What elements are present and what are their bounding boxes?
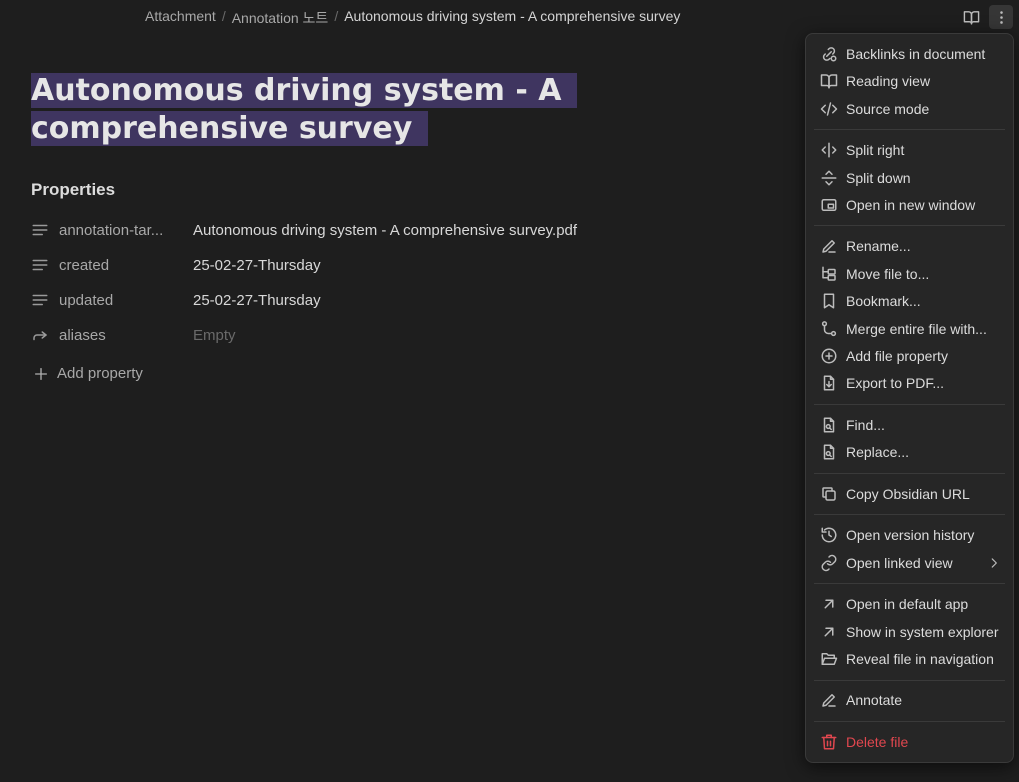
add-property-button[interactable]: Add property — [33, 365, 143, 382]
link-icon — [821, 554, 837, 572]
menu-item-show-system-explorer[interactable]: Show in system explorer — [806, 619, 1013, 645]
menu-separator — [814, 721, 1005, 722]
breadcrumb-current[interactable]: Autonomous driving system - A comprehens… — [344, 8, 680, 28]
git-merge-icon — [821, 321, 837, 337]
menu-item-version-history[interactable]: Open version history — [806, 522, 1013, 548]
file-search-icon — [823, 417, 835, 433]
book-open-icon — [820, 74, 838, 89]
menu-item-rename[interactable]: Rename... — [806, 233, 1013, 259]
properties-heading[interactable]: Properties — [31, 180, 115, 200]
add-property-label: Add property — [57, 365, 143, 382]
view-header-actions — [959, 5, 1013, 29]
property-row[interactable]: annotation-tar... Autonomous driving sys… — [31, 218, 577, 242]
property-value[interactable]: 25-02-27-Thursday — [193, 257, 321, 274]
menu-item-add-file-property[interactable]: Add file property — [806, 343, 1013, 369]
property-value[interactable]: 25-02-27-Thursday — [193, 292, 321, 309]
property-row[interactable]: aliases Empty — [31, 323, 236, 347]
property-row[interactable]: updated 25-02-27-Thursday — [31, 288, 321, 312]
menu-item-annotate[interactable]: Annotate — [806, 687, 1013, 713]
chevron-right-icon — [991, 558, 997, 568]
inline-title[interactable]: Autonomous driving system - A comprehens… — [31, 72, 751, 148]
menu-item-reading-view[interactable]: Reading view — [806, 68, 1013, 94]
book-open-icon — [963, 10, 979, 25]
property-row[interactable]: created 25-02-27-Thursday — [31, 253, 321, 277]
text-lines-icon[interactable] — [31, 221, 49, 239]
menu-separator — [814, 404, 1005, 405]
plus-icon — [35, 367, 47, 380]
property-key[interactable]: updated — [59, 292, 193, 309]
plus-circle-icon — [821, 348, 837, 364]
menu-separator — [814, 225, 1005, 226]
menu-item-find[interactable]: Find... — [806, 412, 1013, 438]
arrow-up-right-icon — [824, 599, 834, 609]
reading-view-button[interactable] — [959, 5, 983, 29]
breadcrumb-separator: / — [334, 8, 339, 24]
arrow-up-right-icon — [824, 627, 834, 637]
menu-item-open-new-window[interactable]: Open in new window — [806, 192, 1013, 218]
menu-item-reveal-file[interactable]: Reveal file in navigation — [806, 646, 1013, 672]
forward-arrow-icon[interactable] — [31, 326, 49, 344]
menu-item-merge-file[interactable]: Merge entire file with... — [806, 316, 1013, 342]
code-icon — [820, 102, 838, 116]
menu-item-bookmark[interactable]: Bookmark... — [806, 288, 1013, 314]
menu-item-copy-url[interactable]: Copy Obsidian URL — [806, 481, 1013, 507]
more-options-menu: Backlinks in document Reading view Sourc… — [805, 33, 1014, 763]
split-right-icon — [821, 142, 837, 158]
breadcrumb-item[interactable]: Annotation 노트 — [232, 8, 329, 28]
bookmark-icon — [823, 293, 835, 309]
trash-icon — [821, 734, 837, 750]
split-down-icon — [821, 170, 837, 186]
breadcrumb-item[interactable]: Attachment — [145, 8, 216, 28]
property-value-empty[interactable]: Empty — [193, 327, 236, 344]
new-window-icon — [821, 199, 837, 211]
menu-item-move-file[interactable]: Move file to... — [806, 261, 1013, 287]
property-key[interactable]: created — [59, 257, 193, 274]
menu-item-backlinks[interactable]: Backlinks in document — [806, 41, 1013, 67]
menu-item-open-linked-view[interactable]: Open linked view — [806, 550, 1013, 576]
menu-item-source-mode[interactable]: Source mode — [806, 96, 1013, 122]
menu-item-open-default-app[interactable]: Open in default app — [806, 591, 1013, 617]
more-options-button[interactable] — [989, 5, 1013, 29]
folder-tree-icon — [822, 266, 836, 281]
pencil-icon — [822, 240, 836, 253]
menu-separator — [814, 473, 1005, 474]
menu-separator — [814, 129, 1005, 130]
more-vertical-icon — [999, 10, 1003, 24]
menu-separator — [814, 680, 1005, 681]
menu-item-export-pdf[interactable]: Export to PDF... — [806, 370, 1013, 396]
menu-item-split-right[interactable]: Split right — [806, 137, 1013, 163]
breadcrumb-separator: / — [221, 8, 226, 24]
history-icon — [821, 527, 837, 543]
text-lines-icon[interactable] — [31, 256, 49, 274]
property-key[interactable]: annotation-tar... — [59, 222, 193, 239]
file-download-icon — [823, 375, 835, 391]
inline-title-container: Autonomous driving system - A comprehens… — [31, 72, 751, 148]
breadcrumb: Attachment / Annotation 노트 / Autonomous … — [145, 8, 680, 28]
pencil-icon — [822, 694, 836, 707]
menu-separator — [814, 583, 1005, 584]
menu-separator — [814, 514, 1005, 515]
backlinks-icon — [822, 47, 837, 62]
property-value[interactable]: Autonomous driving system - A comprehens… — [193, 222, 577, 239]
menu-item-split-down[interactable]: Split down — [806, 165, 1013, 191]
menu-item-delete-file[interactable]: Delete file — [806, 729, 1013, 755]
text-lines-icon[interactable] — [31, 291, 49, 309]
property-key[interactable]: aliases — [59, 327, 193, 344]
file-search-icon — [823, 444, 835, 460]
copy-icon — [822, 487, 836, 501]
folder-open-icon — [821, 653, 838, 665]
menu-item-replace[interactable]: Replace... — [806, 439, 1013, 465]
